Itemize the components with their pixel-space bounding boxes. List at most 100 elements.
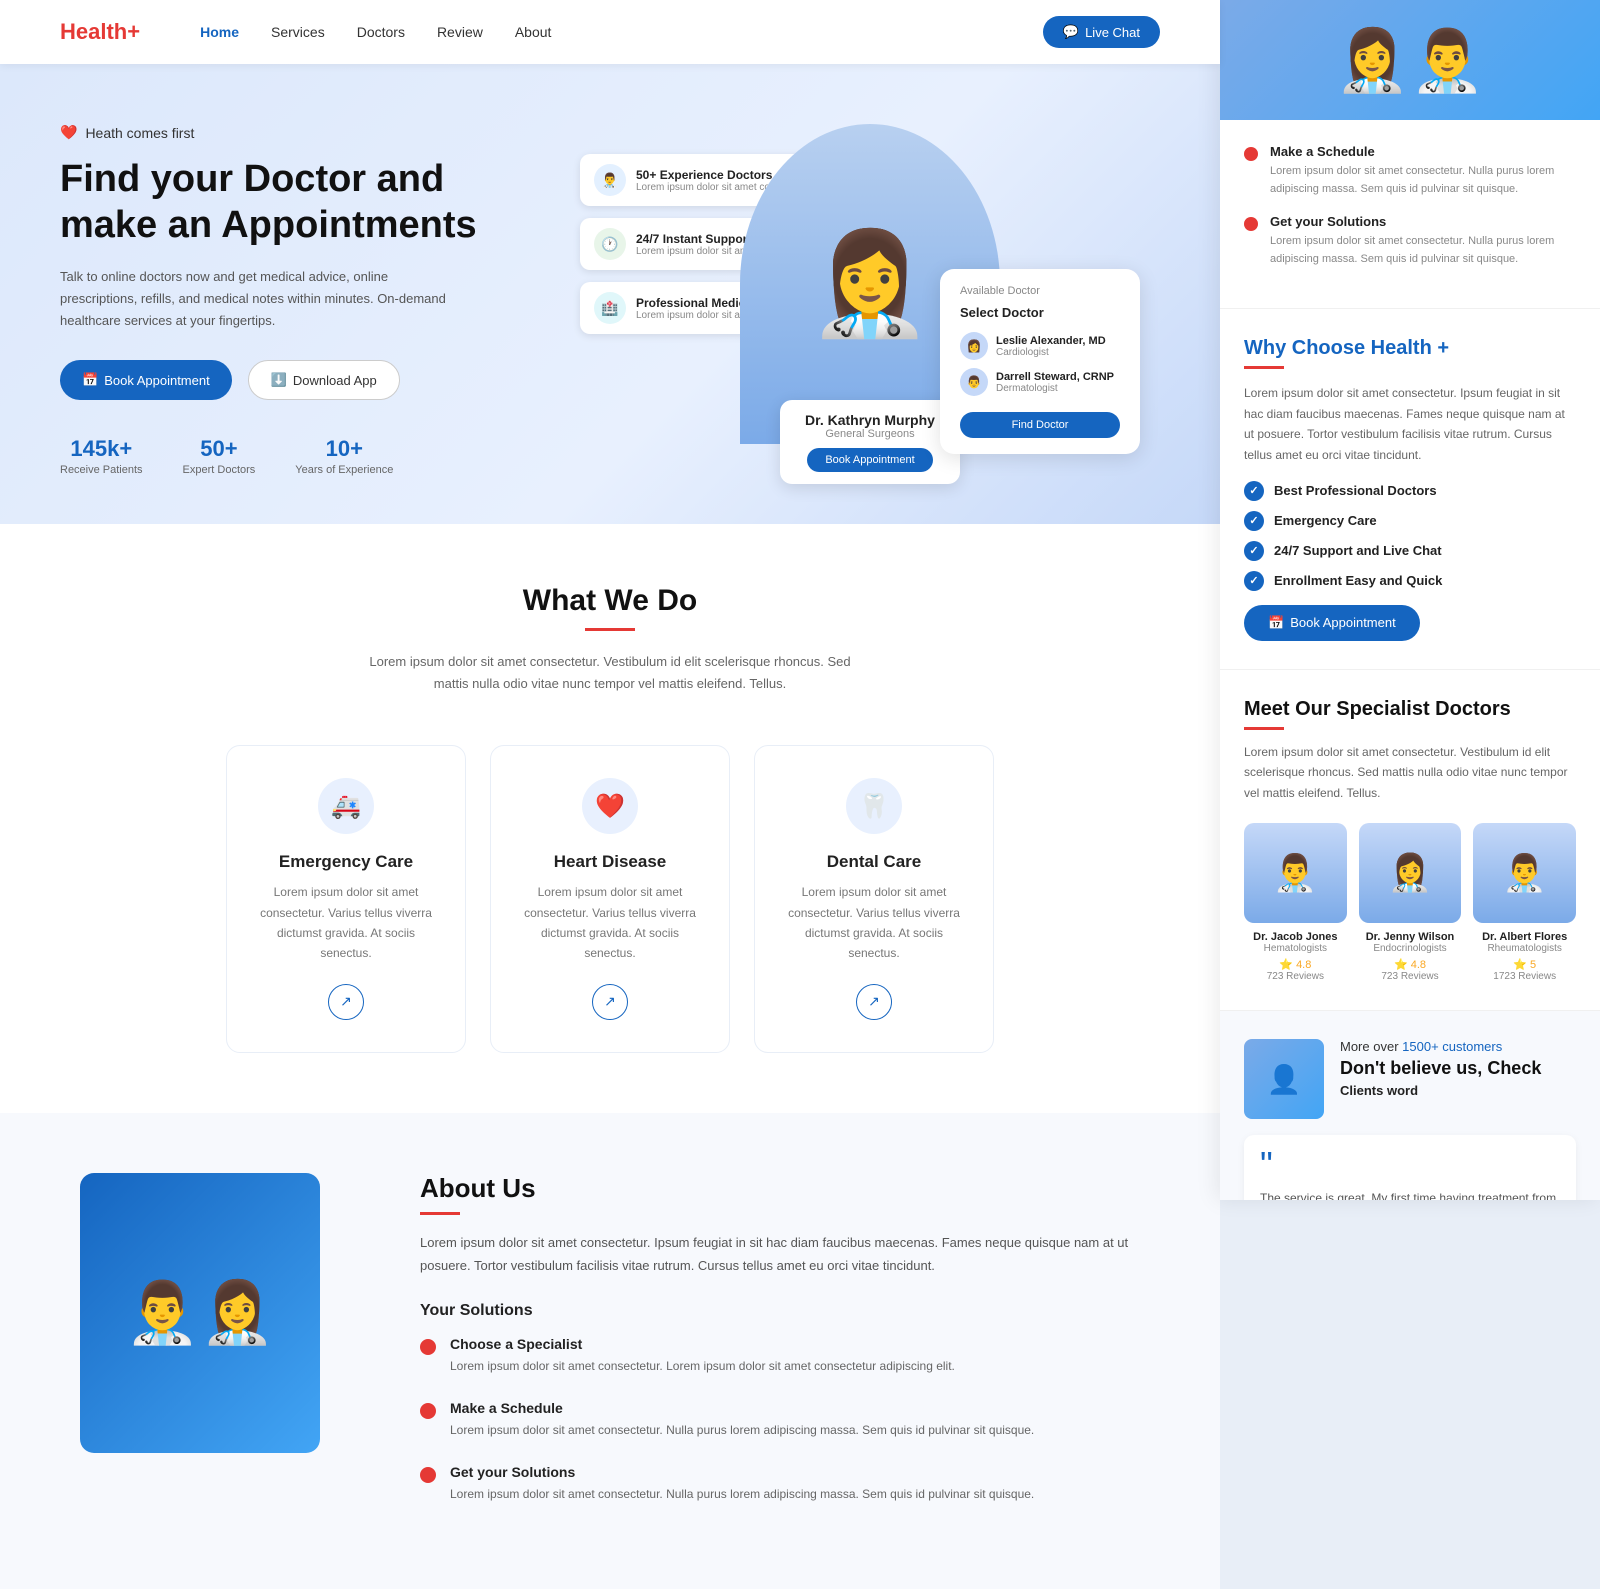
doctor-name-card: Dr. Kathryn Murphy General Surgeons Book…	[780, 400, 960, 484]
doctors-grid: 👨‍⚕️ Dr. Jacob Jones Hematologists ⭐ 4.8…	[1244, 823, 1576, 982]
right-sol-dot-1	[1244, 147, 1258, 161]
about-content: About Us Lorem ipsum dolor sit amet cons…	[420, 1173, 1140, 1529]
why-choose-title: Why Choose Health +	[1244, 337, 1576, 360]
doctor-mini-1: 👩 Leslie Alexander, MD Cardiologist	[960, 332, 1120, 360]
why-feature-1: ✓ Best Professional Doctors	[1244, 481, 1576, 501]
meet-doctors-title: Meet Our Specialist Doctors	[1244, 698, 1576, 721]
brand-logo: Health+	[60, 19, 140, 45]
why-feature-4: ✓ Enrollment Easy and Quick	[1244, 571, 1576, 591]
meet-doctors-description: Lorem ipsum dolor sit amet consectetur. …	[1244, 742, 1576, 803]
nav-home[interactable]: Home	[200, 24, 239, 40]
why-feature-3: ✓ 24/7 Support and Live Chat	[1244, 541, 1576, 561]
about-image: 👨‍⚕️👩‍⚕️	[80, 1173, 360, 1453]
why-choose-section: Why Choose Health + Lorem ipsum dolor si…	[1220, 309, 1600, 670]
check-icon-2: ✓	[1244, 511, 1264, 531]
right-solution-schedule: Make a Schedule Lorem ipsum dolor sit am…	[1244, 144, 1576, 198]
doctor-avatar-1: 👩	[960, 332, 988, 360]
stat-doctors: 50+ Expert Doctors	[183, 436, 256, 476]
why-book-button[interactable]: 📅 Book Appointment	[1244, 605, 1420, 641]
hero-buttons: 📅 Book Appointment ⬇️ Download App	[60, 360, 540, 400]
testimonial-image: 👤	[1244, 1039, 1324, 1119]
right-solutions: Make a Schedule Lorem ipsum dolor sit am…	[1220, 120, 1600, 309]
testimonials-section: 👤 More over 1500+ customers Don't believ…	[1220, 1011, 1600, 1200]
hero-book-btn[interactable]: Book Appointment	[807, 448, 932, 472]
what-we-do-title: What We Do	[80, 584, 1140, 618]
hero-visual: 👨‍⚕️ 50+ Experience Doctors Lorem ipsum …	[580, 124, 1160, 484]
emergency-icon: 🚑	[318, 778, 374, 834]
section-divider	[585, 628, 635, 631]
right-top-visual: 👩‍⚕️👨‍⚕️	[1335, 25, 1484, 96]
nav-doctors[interactable]: Doctors	[357, 24, 405, 40]
emergency-arrow-btn[interactable]: ↗	[328, 984, 364, 1020]
nav-services[interactable]: Services	[271, 24, 325, 40]
meet-doctors-section: Meet Our Specialist Doctors Lorem ipsum …	[1220, 670, 1600, 1011]
doctor-photo-2: 👩‍⚕️	[1359, 823, 1462, 923]
chat-icon: 💬	[1063, 24, 1079, 40]
nav-about[interactable]: About	[515, 24, 552, 40]
hero-section: ❤️ Heath comes first Find your Doctor an…	[0, 64, 1220, 524]
about-team-photo: 👨‍⚕️👩‍⚕️	[80, 1173, 320, 1453]
hero-title: Find your Doctor and make an Appointment…	[60, 157, 540, 248]
quote-box: " The service is great. My first time ha…	[1244, 1135, 1576, 1200]
doctor-stars-3: ⭐ 5	[1473, 958, 1576, 971]
about-description: Lorem ipsum dolor sit amet consectetur. …	[420, 1231, 1140, 1278]
calendar-icon: 📅	[82, 372, 98, 388]
solution-2: Make a Schedule Lorem ipsum dolor sit am…	[420, 1400, 1140, 1440]
right-solution-get: Get your Solutions Lorem ipsum dolor sit…	[1244, 214, 1576, 268]
right-top-image: 👩‍⚕️👨‍⚕️	[1220, 0, 1600, 120]
heart-disease-icon: ❤️	[582, 778, 638, 834]
heart-arrow-btn[interactable]: ↗	[592, 984, 628, 1020]
heart-icon: ❤️	[60, 124, 77, 141]
nav-review[interactable]: Review	[437, 24, 483, 40]
hero-badge: ❤️ Heath comes first	[60, 124, 540, 141]
doctor-avatar-2: 👨	[960, 368, 988, 396]
doctor-mini-2: 👨 Darrell Steward, CRNP Dermatologist	[960, 368, 1120, 396]
testimonial-header: 👤 More over 1500+ customers Don't believ…	[1244, 1039, 1576, 1119]
find-doctor-button[interactable]: Find Doctor	[960, 412, 1120, 438]
hero-content: ❤️ Heath comes first Find your Doctor an…	[60, 124, 540, 484]
why-feature-2: ✓ Emergency Care	[1244, 511, 1576, 531]
solution-1: Choose a Specialist Lorem ipsum dolor si…	[420, 1336, 1140, 1376]
solution-dot-3	[420, 1467, 436, 1483]
quote-text: The service is great. My first time havi…	[1260, 1188, 1560, 1200]
right-sol-dot-2	[1244, 217, 1258, 231]
stat-experience: 10+ Years of Experience	[295, 436, 393, 476]
meet-doctors-divider	[1244, 727, 1284, 730]
services-grid: 🚑 Emergency Care Lorem ipsum dolor sit a…	[80, 745, 1140, 1053]
check-icon-3: ✓	[1244, 541, 1264, 561]
doctors-icon: 👨‍⚕️	[594, 164, 626, 196]
testimonial-text-header: More over 1500+ customers Don't believe …	[1340, 1039, 1541, 1112]
live-chat-button[interactable]: 💬 Live Chat	[1043, 16, 1160, 48]
hero-description: Talk to online doctors now and get medic…	[60, 266, 460, 332]
doctor-stars-1: ⭐ 4.8	[1244, 958, 1347, 971]
dental-arrow-btn[interactable]: ↗	[856, 984, 892, 1020]
service-heart: ❤️ Heart Disease Lorem ipsum dolor sit a…	[490, 745, 730, 1053]
solution-3: Get your Solutions Lorem ipsum dolor sit…	[420, 1464, 1140, 1504]
solution-dot-1	[420, 1339, 436, 1355]
what-we-do-description: Lorem ipsum dolor sit amet consectetur. …	[360, 651, 860, 695]
stat-patients: 145k+ Receive Patients	[60, 436, 143, 476]
nav-links: Home Services Doctors Review About	[200, 24, 1043, 40]
doctor-photo-3: 👨‍⚕️	[1473, 823, 1576, 923]
service-emergency: 🚑 Emergency Care Lorem ipsum dolor sit a…	[226, 745, 466, 1053]
dental-icon: 🦷	[846, 778, 902, 834]
solution-dot-2	[420, 1403, 436, 1419]
navbar: Health+ Home Services Doctors Review Abo…	[0, 0, 1220, 64]
service-dental: 🦷 Dental Care Lorem ipsum dolor sit amet…	[754, 745, 994, 1053]
what-we-do-section: What We Do Lorem ipsum dolor sit amet co…	[0, 524, 1220, 1113]
solutions-title: Your Solutions	[420, 1302, 1140, 1320]
calendar-icon-why: 📅	[1268, 615, 1284, 631]
download-app-button[interactable]: ⬇️ Download App	[248, 360, 400, 400]
doctor-card-2: 👩‍⚕️ Dr. Jenny Wilson Endocrinologists ⭐…	[1359, 823, 1462, 982]
right-panel: 👩‍⚕️👨‍⚕️ Make a Schedule Lorem ipsum dol…	[1220, 0, 1600, 1200]
about-title: About Us	[420, 1173, 1140, 1204]
book-appointment-button[interactable]: 📅 Book Appointment	[60, 360, 232, 400]
team-icon: 🏥	[594, 292, 626, 324]
check-icon-1: ✓	[1244, 481, 1264, 501]
why-choose-description: Lorem ipsum dolor sit amet consectetur. …	[1244, 383, 1576, 465]
doctor-card-3: 👨‍⚕️ Dr. Albert Flores Rheumatologists ⭐…	[1473, 823, 1576, 982]
about-section: 👨‍⚕️👩‍⚕️ About Us Lorem ipsum dolor sit …	[0, 1113, 1220, 1589]
why-choose-divider	[1244, 366, 1284, 369]
doctor-card-1: 👨‍⚕️ Dr. Jacob Jones Hematologists ⭐ 4.8…	[1244, 823, 1347, 982]
download-icon: ⬇️	[271, 372, 287, 388]
